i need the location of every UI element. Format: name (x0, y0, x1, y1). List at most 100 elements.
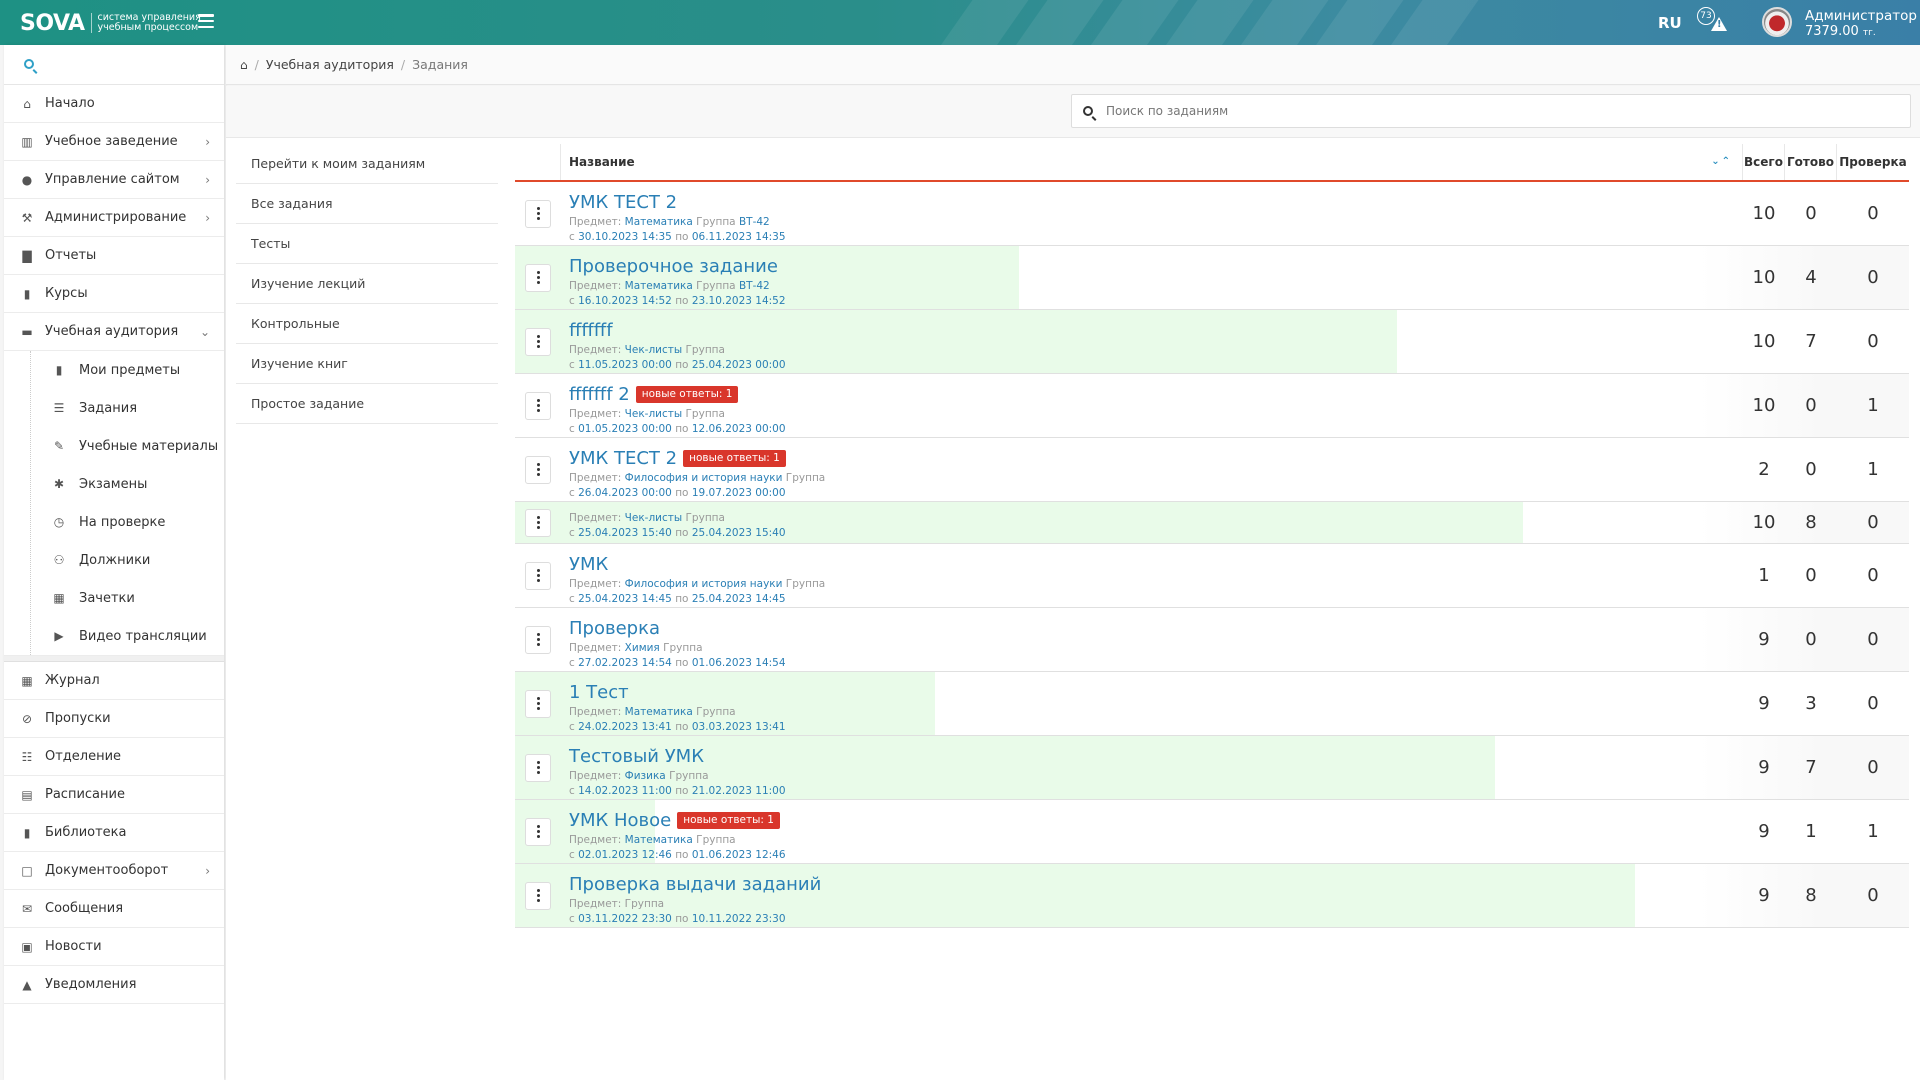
task-title[interactable]: fffffff (569, 320, 613, 341)
sidebar-search[interactable] (4, 45, 224, 85)
sidebar-item[interactable]: ▥ Учебное заведение › (4, 123, 224, 161)
avatar[interactable] (1762, 7, 1792, 37)
cell-check: 0 (1867, 512, 1879, 533)
language-switch[interactable]: RU (1658, 14, 1682, 32)
row-menu-icon[interactable] (525, 263, 551, 292)
header-name[interactable]: Название ⌄⌃ (561, 144, 1743, 180)
sidebar-item[interactable]: ▶ Видео трансляции (4, 617, 224, 655)
row-menu-icon[interactable] (525, 327, 551, 356)
sidebar-item[interactable]: ▦ Зачетки (4, 579, 224, 617)
task-title[interactable]: fffffff 2 (569, 384, 630, 405)
sidebar-item[interactable]: ▲ Уведомления (4, 966, 224, 1004)
filter-item[interactable]: Простое задание (236, 384, 498, 424)
task-title[interactable]: УМК (569, 554, 608, 575)
sidebar-item[interactable]: ▣ Новости (4, 928, 224, 966)
table-row[interactable]: fffffff Предмет: Чек-листы Группа с 11.05.… (515, 310, 1909, 374)
subject-link[interactable]: Математика (625, 216, 693, 228)
user-menu[interactable]: Администратор 7379.00 тг. (1805, 9, 1917, 41)
filter-item[interactable]: Тесты (236, 224, 498, 264)
sidebar-item[interactable]: ⚒ Администрирование › (4, 199, 224, 237)
filter-item[interactable]: Все задания (236, 184, 498, 224)
row-menu-icon[interactable] (525, 817, 551, 846)
table-row[interactable]: 1 Тест Предмет: Математика Группа с 24.02.… (515, 672, 1909, 736)
subject-link[interactable]: Химия (625, 642, 660, 654)
sidebar-item[interactable]: ▮ Библиотека (4, 814, 224, 852)
task-title[interactable]: УМК ТЕСТ 2 (569, 192, 677, 213)
task-title[interactable]: Проверочное задание (569, 256, 778, 277)
task-title[interactable]: Тестовый УМК (569, 746, 704, 767)
group-link[interactable]: ВТ-42 (739, 280, 770, 292)
group-link[interactable]: ВТ-42 (739, 216, 770, 228)
subject-link[interactable]: Чек-листы (625, 512, 683, 524)
sidebar-item[interactable]: ● Управление сайтом › (4, 161, 224, 199)
subject-link[interactable]: Математика (625, 834, 693, 846)
row-menu-icon[interactable] (525, 625, 551, 654)
sidebar-item[interactable]: ☷ Отделение (4, 738, 224, 776)
row-menu-icon[interactable] (525, 391, 551, 420)
sidebar-item[interactable]: ☰ Задания (4, 389, 224, 427)
table-row[interactable]: Проверка Предмет: Химия Группа с 27.02.202… (515, 608, 1909, 672)
subject-link[interactable]: Философия и история науки (625, 578, 783, 590)
sidebar-item[interactable]: ▤ Расписание (4, 776, 224, 814)
table-row[interactable]: УМК Предмет: Философия и история науки Гр… (515, 544, 1909, 608)
breadcrumb-item[interactable]: Учебная аудитория (266, 57, 394, 72)
task-meta: Предмет: Чек-листы Группа (569, 344, 725, 356)
subject-link[interactable]: Математика (625, 706, 693, 718)
sidebar-item[interactable]: ▮ Курсы (4, 275, 224, 313)
cell-total: 10 (1752, 331, 1776, 352)
logo[interactable]: SOVA система управления учебным процессо… (20, 9, 203, 37)
subject-link[interactable]: Чек-листы (625, 344, 683, 356)
subject-link[interactable]: Математика (625, 280, 693, 292)
table-row[interactable]: fffffff 2 новые ответы: 1 Предмет: Чек-лис… (515, 374, 1909, 438)
row-menu-icon[interactable] (525, 508, 551, 537)
sidebar-item[interactable]: ▇ Отчеты (4, 237, 224, 275)
task-title[interactable]: УМК ТЕСТ 2 (569, 448, 677, 469)
subject-link[interactable]: Физика (625, 770, 666, 782)
sidebar-item[interactable]: ⚇ Должники (4, 541, 224, 579)
sidebar-item[interactable]: ⊘ Пропуски (4, 700, 224, 738)
alerts-button[interactable]: 73 (1697, 7, 1731, 37)
task-title[interactable]: Проверка выдачи заданий (569, 874, 821, 895)
sidebar-item[interactable]: ◷ На проверке (4, 503, 224, 541)
task-title[interactable]: Проверка (569, 618, 660, 639)
home-icon[interactable]: ⌂ (240, 58, 248, 72)
row-menu-icon[interactable] (525, 753, 551, 782)
table-row[interactable]: УМК ТЕСТ 2 новые ответы: 1 Предмет: Филосо… (515, 438, 1909, 502)
filter-item[interactable]: Контрольные (236, 304, 498, 344)
table-row[interactable]: Тестовый УМК Предмет: Физика Группа с 14.0… (515, 736, 1909, 800)
filter-item[interactable]: Изучение лекций (236, 264, 498, 304)
chevron-right-icon: › (205, 173, 210, 187)
sidebar-item[interactable]: ✱ Экзамены (4, 465, 224, 503)
sidebar-item[interactable]: ▮ Мои предметы (4, 351, 224, 389)
filter-item[interactable]: Перейти к моим заданиям (236, 144, 498, 184)
table-row[interactable]: УМК ТЕСТ 2 Предмет: Математика Группа ВТ-… (515, 182, 1909, 246)
subject-link[interactable]: Философия и история науки (625, 472, 783, 484)
task-search[interactable] (1071, 94, 1911, 128)
sidebar-item[interactable]: ⌂ Начало (4, 85, 224, 123)
table-row[interactable]: Проверка выдачи заданий Предмет: Группа с … (515, 864, 1909, 928)
table-row[interactable]: УМК Новое новые ответы: 1 Предмет: Математ… (515, 800, 1909, 864)
row-menu-icon[interactable] (525, 455, 551, 484)
row-menu-icon[interactable] (525, 881, 551, 910)
row-menu-icon[interactable] (525, 561, 551, 590)
row-menu-icon[interactable] (525, 689, 551, 718)
search-input[interactable] (1106, 95, 1896, 127)
table-row[interactable]: Предмет: Чек-листы Группа с 25.04.2023 15… (515, 502, 1909, 544)
sidebar-item-label: Учебная аудитория (45, 324, 179, 339)
sidebar-item[interactable]: ▦ Журнал (4, 662, 224, 700)
cell-total: 9 (1758, 629, 1770, 650)
filter-item[interactable]: Изучение книг (236, 344, 498, 384)
table-row[interactable]: Проверочное задание Предмет: Математика Г… (515, 246, 1909, 310)
sidebar-item[interactable]: ✉ Сообщения (4, 890, 224, 928)
sort-icon[interactable]: ⌄⌃ (1711, 156, 1732, 167)
row-menu-icon[interactable] (525, 199, 551, 228)
sidebar-item-label: Учебное заведение (45, 134, 178, 149)
subject-link[interactable]: Чек-листы (625, 408, 683, 420)
menu-toggle-icon[interactable] (198, 14, 214, 28)
sidebar-item[interactable]: □ Документооборот › (4, 852, 224, 890)
sidebar-item[interactable]: ✎ Учебные материалы (4, 427, 224, 465)
sidebar-item[interactable]: ▬ Учебная аудитория ⌄ (4, 313, 224, 351)
sidebar-item-label: Пропуски (45, 711, 111, 726)
task-title[interactable]: 1 Тест (569, 682, 629, 703)
task-title[interactable]: УМК Новое (569, 810, 671, 831)
